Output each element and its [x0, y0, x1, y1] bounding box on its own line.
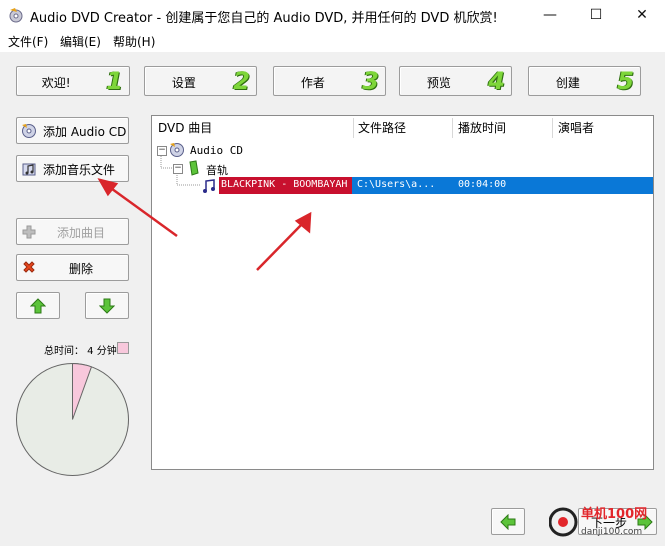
svg-text:danji100.com: danji100.com [581, 527, 642, 537]
back-button[interactable] [491, 508, 525, 535]
annotation-arrows [97, 178, 312, 271]
watermark-logo: 单机100网 danji100.com [548, 500, 665, 543]
annotation-arrow [256, 211, 312, 271]
arrow-left-icon [500, 514, 516, 530]
annotation-arrow [97, 178, 178, 238]
watermark-logo-graphic: 单机100网 danji100.com [548, 506, 647, 537]
svg-text:单机100网: 单机100网 [581, 506, 647, 522]
